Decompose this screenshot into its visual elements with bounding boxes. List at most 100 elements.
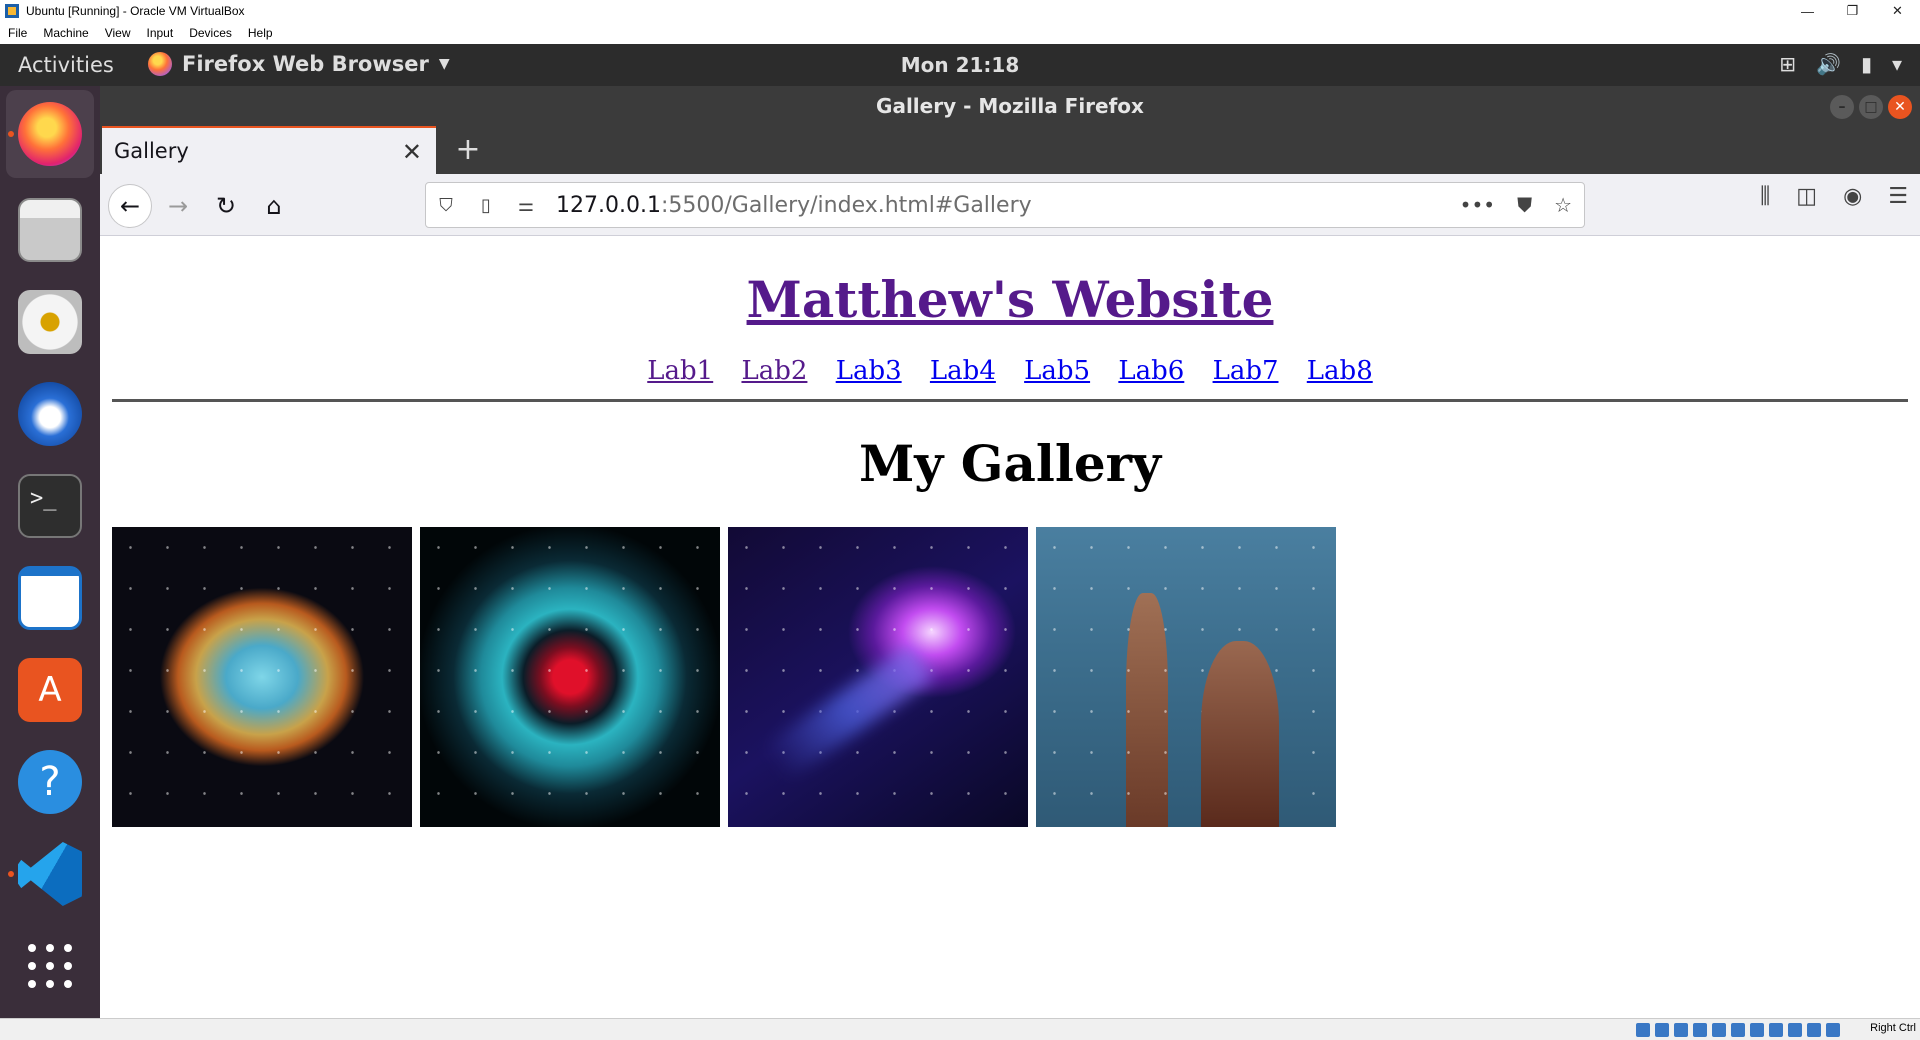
dock-thunderbird[interactable] [6, 370, 94, 458]
system-tray[interactable]: ⊞ 🔊 ▮ ▾ [1779, 52, 1902, 76]
permissions-icon[interactable]: ⚌ [506, 195, 546, 216]
gallery-heading: My Gallery [858, 434, 1162, 493]
reload-button[interactable]: ↻ [204, 184, 248, 228]
tab-title: Gallery [114, 139, 189, 163]
speaker-icon [18, 290, 82, 354]
reload-icon: ↻ [215, 192, 237, 220]
ff-maximize-button[interactable]: □ [1859, 95, 1883, 119]
files-icon [18, 198, 82, 262]
vbox-menubar: File Machine View Input Devices Help [0, 22, 1920, 44]
recording-icon [1769, 1023, 1783, 1037]
bookmark-star-icon[interactable]: ☆ [1554, 193, 1572, 217]
horizontal-rule [112, 399, 1908, 402]
nav-link-lab7[interactable]: Lab7 [1213, 356, 1279, 386]
menu-input[interactable]: Input [139, 26, 182, 40]
nav-link-lab2[interactable]: Lab2 [741, 356, 807, 386]
vbox-titlebar: Ubuntu [Running] - Oracle VM VirtualBox … [0, 0, 1920, 22]
vbox-window-title: Ubuntu [Running] - Oracle VM VirtualBox [26, 4, 245, 18]
dock-rhythmbox[interactable] [6, 278, 94, 366]
running-indicator [8, 871, 14, 877]
optical-icon [1655, 1023, 1669, 1037]
page-actions-icon[interactable]: ••• [1460, 193, 1495, 217]
gallery-grid [112, 527, 1336, 827]
mouse-icon [1807, 1023, 1821, 1037]
gallery-image-pillars-of-creation[interactable] [1036, 527, 1336, 827]
close-button[interactable]: ✕ [1875, 0, 1920, 22]
vbox-device-icons[interactable] [1636, 1023, 1840, 1037]
menu-machine[interactable]: Machine [35, 26, 96, 40]
arrow-right-icon: → [167, 192, 189, 220]
audio-icon [1674, 1023, 1688, 1037]
new-tab-button[interactable]: + [450, 132, 486, 168]
document-icon [18, 566, 82, 630]
menu-file[interactable]: File [0, 26, 35, 40]
close-tab-icon[interactable]: ✕ [402, 138, 422, 166]
vscode-icon [18, 842, 82, 906]
firefox-nav-bar: ← → ↻ ⌂ ⛉ ▯ ⚌ 127.0.0.1:5500/Gallery/ind… [100, 174, 1920, 236]
nav-link-lab3[interactable]: Lab3 [836, 356, 902, 386]
dock-files[interactable] [6, 186, 94, 274]
vbox-status-bar: Right Ctrl [0, 1018, 1920, 1040]
shared-folder-icon [1731, 1023, 1745, 1037]
ff-minimize-button[interactable]: – [1830, 95, 1854, 119]
url-actions: ••• ⛊ ☆ [1460, 193, 1572, 217]
restore-button[interactable]: ❐ [1830, 0, 1875, 22]
dock-firefox[interactable] [6, 90, 94, 178]
volume-icon: 🔊 [1816, 52, 1841, 76]
toolbar-right: ⫼ ◫ ◉ ☰ [1760, 184, 1920, 209]
home-icon: ⌂ [266, 192, 282, 220]
software-center-icon: A [18, 658, 82, 722]
account-icon[interactable]: ◉ [1843, 184, 1862, 209]
system-menu-chevron-icon: ▾ [1891, 52, 1902, 76]
nav-link-lab5[interactable]: Lab5 [1024, 356, 1090, 386]
shield-icon[interactable]: ⛉ [426, 195, 466, 216]
ubuntu-dock: >_ A ? [0, 86, 100, 1018]
home-button[interactable]: ⌂ [252, 184, 296, 228]
cpu-icon [1788, 1023, 1802, 1037]
gallery-image-purple-nebula[interactable] [728, 527, 1028, 827]
sidebar-icon[interactable]: ◫ [1796, 184, 1817, 209]
firefox-window-title: Gallery - Mozilla Firefox [876, 94, 1144, 118]
menu-view[interactable]: View [97, 26, 139, 40]
pocket-icon[interactable]: ⛊ [1517, 193, 1532, 217]
dock-help[interactable]: ? [6, 738, 94, 826]
arrow-left-icon: ← [119, 192, 141, 220]
display-icon [1750, 1023, 1764, 1037]
apps-grid-icon [28, 944, 72, 988]
menu-help[interactable]: Help [240, 26, 281, 40]
back-button[interactable]: ← [108, 184, 152, 228]
thunderbird-icon [18, 382, 82, 446]
gallery-image-crab-nebula[interactable] [112, 527, 412, 827]
library-icon[interactable]: ⫼ [1760, 184, 1770, 209]
minimize-button[interactable]: — [1785, 0, 1830, 22]
nav-link-lab6[interactable]: Lab6 [1118, 356, 1184, 386]
page-icon[interactable]: ▯ [466, 195, 506, 216]
url-text[interactable]: 127.0.0.1:5500/Gallery/index.html#Galler… [556, 193, 1032, 218]
virtualbox-icon [5, 4, 19, 18]
network-icon [1693, 1023, 1707, 1037]
dock-terminal[interactable]: >_ [6, 462, 94, 550]
menu-devices[interactable]: Devices [181, 26, 240, 40]
hamburger-menu-icon[interactable]: ☰ [1888, 184, 1908, 209]
url-bar[interactable]: ⛉ ▯ ⚌ 127.0.0.1:5500/Gallery/index.html#… [425, 182, 1585, 228]
nav-link-lab4[interactable]: Lab4 [930, 356, 996, 386]
dock-vscode[interactable] [6, 830, 94, 918]
ff-close-button[interactable]: ✕ [1888, 95, 1912, 119]
battery-icon: ▮ [1860, 52, 1872, 76]
dock-writer[interactable] [6, 554, 94, 642]
url-host: 127.0.0.1 [556, 192, 661, 218]
dock-software[interactable]: A [6, 646, 94, 734]
terminal-icon: >_ [18, 474, 82, 538]
forward-button[interactable]: → [156, 184, 200, 228]
firefox-titlebar: Gallery - Mozilla Firefox – □ ✕ [100, 86, 1920, 126]
help-icon: ? [18, 750, 82, 814]
gnome-top-bar: Activities Firefox Web Browser ▼ Mon 21:… [0, 44, 1920, 86]
show-applications-button[interactable] [6, 922, 94, 1010]
tab-gallery[interactable]: Gallery ✕ [102, 126, 436, 174]
site-title-link[interactable]: Matthew's Website [100, 270, 1920, 329]
firefox-tab-bar: Gallery ✕ + [100, 126, 1920, 174]
clock[interactable]: Mon 21:18 [0, 53, 1920, 77]
gallery-image-helix-nebula[interactable] [420, 527, 720, 827]
nav-link-lab8[interactable]: Lab8 [1307, 356, 1373, 386]
nav-link-lab1[interactable]: Lab1 [647, 356, 713, 386]
